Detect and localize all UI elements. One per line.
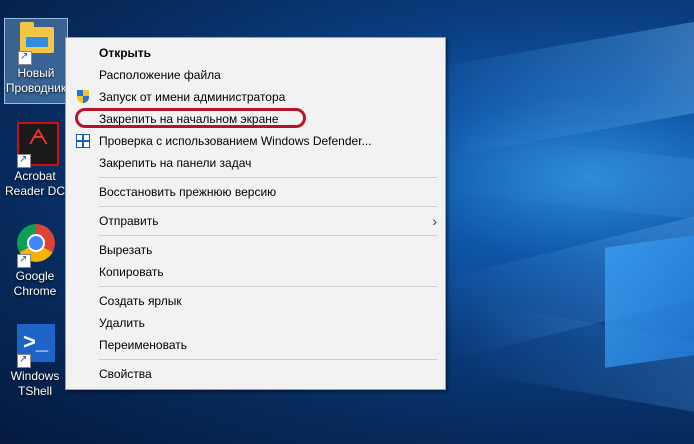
desktop-icon-acrobat[interactable]: ᗅ Acrobat Reader DC [4, 122, 66, 199]
menu-item-label: Вырезать [99, 243, 153, 257]
menu-item-copy[interactable]: Копировать [66, 261, 445, 283]
menu-item-scan-defender[interactable]: Проверка с использованием Windows Defend… [66, 130, 445, 152]
menu-separator [99, 206, 437, 207]
menu-item-cut[interactable]: Вырезать [66, 239, 445, 261]
shortcut-arrow-icon [17, 252, 31, 268]
menu-item-label: Закрепить на начальном экране [99, 112, 279, 126]
menu-item-label: Создать ярлык [99, 294, 182, 308]
menu-item-pin-to-start[interactable]: Закрепить на начальном экране [66, 108, 445, 130]
menu-item-label: Закрепить на панели задач [99, 156, 252, 170]
menu-item-pin-to-taskbar[interactable]: Закрепить на панели задач [66, 152, 445, 174]
menu-item-label: Отправить [99, 214, 159, 228]
menu-item-open[interactable]: Открыть [66, 42, 445, 64]
menu-item-label: Переименовать [99, 338, 187, 352]
wallpaper-windows-logo [605, 232, 694, 368]
menu-item-rename[interactable]: Переименовать [66, 334, 445, 356]
desktop-icon-chrome[interactable]: Google Chrome [4, 222, 66, 299]
context-menu: Открыть Расположение файла Запуск от име… [65, 37, 446, 390]
menu-item-run-as-admin[interactable]: Запуск от имени администратора [66, 86, 445, 108]
menu-separator [99, 235, 437, 236]
shortcut-arrow-icon [17, 352, 31, 368]
folder-icon [14, 19, 58, 65]
desktop-icon-tshell[interactable]: >_ Windows TShell [4, 322, 66, 399]
menu-item-label: Копировать [99, 265, 164, 279]
desktop-icon-label: Windows TShell [10, 369, 60, 398]
menu-item-send-to[interactable]: Отправить › [66, 210, 445, 232]
menu-item-delete[interactable]: Удалить [66, 312, 445, 334]
shortcut-arrow-icon [18, 49, 32, 65]
chrome-icon [13, 222, 57, 268]
menu-item-label: Проверка с использованием Windows Defend… [99, 134, 372, 148]
menu-item-file-location[interactable]: Расположение файла [66, 64, 445, 86]
menu-item-restore-version[interactable]: Восстановить прежнюю версию [66, 181, 445, 203]
menu-item-label: Восстановить прежнюю версию [99, 185, 277, 199]
wallpaper-light-beam [424, 12, 694, 158]
menu-item-label: Удалить [99, 316, 145, 330]
uac-shield-icon [76, 90, 90, 104]
desktop-icon-label: Google Chrome [13, 269, 57, 298]
powershell-icon: >_ [13, 322, 57, 368]
menu-item-label: Запуск от имени администратора [99, 90, 286, 104]
shortcut-arrow-icon [17, 152, 31, 168]
menu-separator [99, 359, 437, 360]
menu-item-create-shortcut[interactable]: Создать ярлык [66, 290, 445, 312]
desktop-icon-label: Acrobat Reader DC [4, 169, 66, 198]
acrobat-icon: ᗅ [13, 122, 59, 168]
menu-separator [99, 286, 437, 287]
defender-icon [76, 134, 90, 148]
menu-item-label: Свойства [99, 367, 152, 381]
menu-separator [99, 177, 437, 178]
menu-item-label: Открыть [99, 46, 152, 60]
desktop-icon-explorer[interactable]: Новый Проводник [4, 18, 68, 104]
chevron-right-icon: › [432, 213, 437, 229]
wallpaper-light-beam [447, 133, 694, 227]
desktop-icon-label: Новый Проводник [5, 66, 67, 95]
menu-item-label: Расположение файла [99, 68, 221, 82]
menu-item-properties[interactable]: Свойства [66, 363, 445, 385]
